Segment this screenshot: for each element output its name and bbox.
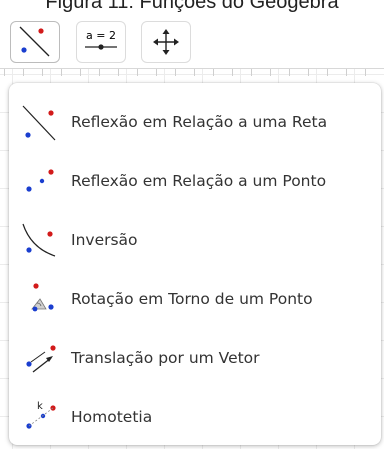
menu-item-dilate[interactable]: k Homotetia — [9, 393, 381, 441]
menu-item-label: Rotação em Torno de um Ponto — [71, 290, 313, 308]
inversion-icon — [22, 223, 56, 257]
reflect-point-icon — [26, 169, 54, 192]
menu-item-inversion[interactable]: Inversão — [9, 216, 381, 264]
rotate-icon — [31, 283, 54, 312]
menu-item-label: Reflexão em Relação a um Ponto — [71, 172, 327, 190]
dilate-icon-letter: k — [37, 401, 43, 412]
translate-vector-icon — [26, 345, 56, 373]
figure-caption: Figura 11: Funções do Geogebra — [45, 0, 339, 13]
toolbar: a = 2 — [0, 20, 384, 68]
slider-icon-label: a = 2 — [86, 29, 116, 42]
reflect-line-icon — [19, 26, 50, 57]
graphics-ruler — [0, 68, 384, 83]
slider-tool-button[interactable]: a = 2 — [76, 21, 126, 63]
menu-item-label: Reflexão em Relação a uma Reta — [71, 113, 328, 131]
slider-icon: a = 2 — [85, 29, 117, 50]
transform-tools-menu: Reflexão em Relação a uma Reta Reflexão … — [9, 83, 381, 445]
reflect-line-tool-button[interactable] — [10, 21, 60, 63]
reflect-line-icon — [22, 105, 56, 141]
move-arrows-icon — [153, 29, 179, 55]
menu-item-label: Translação por um Vetor — [71, 349, 260, 367]
menu-item-reflect-line[interactable]: Reflexão em Relação a uma Reta — [9, 98, 381, 146]
menu-item-label: Homotetia — [71, 408, 153, 426]
dilate-icon: k — [26, 401, 56, 429]
menu-item-translate[interactable]: Translação por um Vetor — [9, 334, 381, 382]
move-graphics-tool-button[interactable] — [141, 21, 191, 63]
menu-item-label: Inversão — [71, 231, 138, 249]
menu-item-reflect-point[interactable]: Reflexão em Relação a um Ponto — [9, 157, 381, 205]
menu-item-rotate[interactable]: Rotação em Torno de um Ponto — [9, 275, 381, 323]
